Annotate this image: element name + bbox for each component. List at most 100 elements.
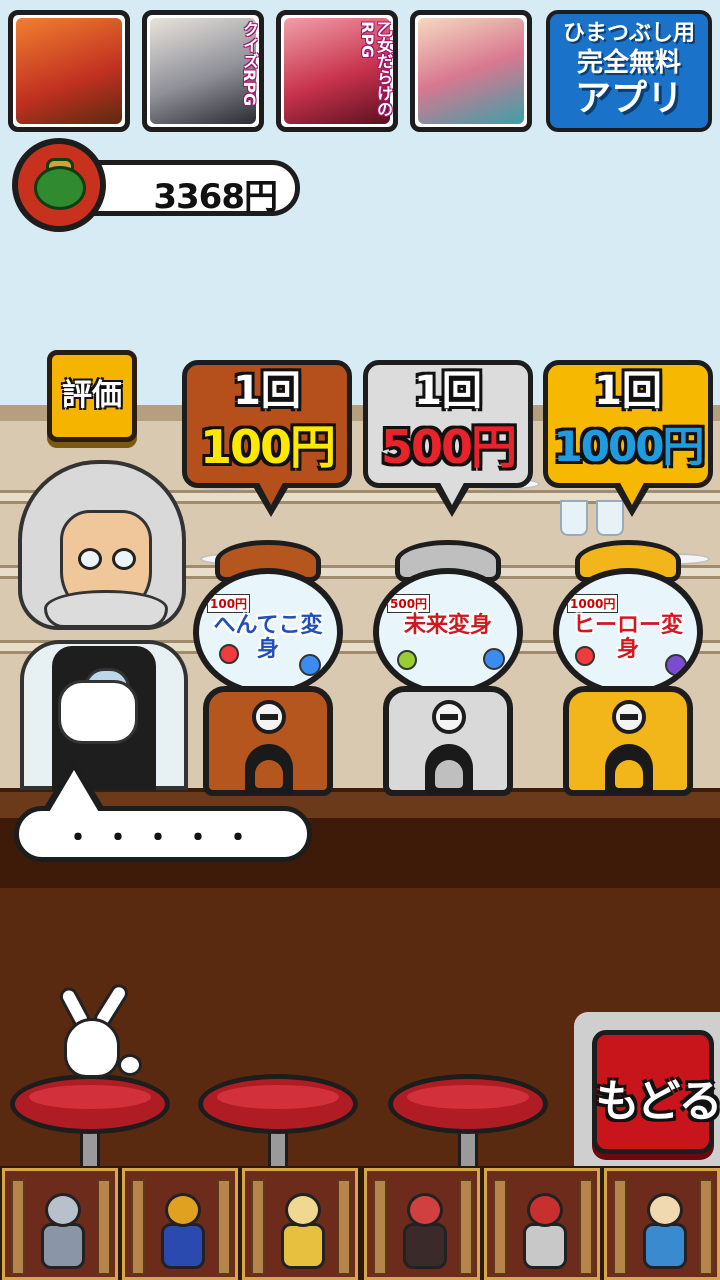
price-sign-500[interactable]: 1回 500円 (363, 360, 533, 517)
character-ninja[interactable] (122, 1168, 238, 1280)
app-icon-girl-art (418, 18, 524, 124)
gacha-globe: 100円 へんてこ変身 (193, 568, 343, 696)
sign-tail-inner (438, 479, 466, 505)
speech-text: ・・・・・ (63, 821, 263, 856)
money-amount: 3368円 (153, 177, 278, 217)
speech-bubble: ・・・・・ (14, 806, 312, 862)
capsule (483, 648, 505, 670)
character-knight[interactable] (2, 1168, 118, 1280)
sign-tail (251, 479, 291, 517)
purse-bag (34, 166, 86, 210)
speech-bubble-tail-inner (48, 770, 100, 814)
bartender-character (8, 440, 198, 790)
pillar (131, 1179, 145, 1275)
ad-banner-line3: アプリ (574, 78, 683, 119)
character-paladin[interactable] (242, 1168, 358, 1280)
gacha-theme: 未来変身 (403, 613, 492, 638)
character-head (45, 1193, 81, 1227)
rabbit-body (64, 1018, 120, 1078)
pillar (11, 1179, 25, 1275)
character-spartan[interactable] (484, 1168, 600, 1280)
pillar (613, 1179, 627, 1275)
app-icon-hero-art (16, 18, 122, 124)
character-head (407, 1193, 443, 1227)
gacha-knob (432, 700, 466, 734)
character-head (165, 1193, 201, 1227)
gacha-knob (252, 700, 286, 734)
stool-seat (388, 1074, 548, 1134)
back-button-label: もどる (595, 1076, 720, 1127)
pillar (251, 1179, 265, 1275)
free-app-ad-banner[interactable]: ひまつぶし用 完全無料 アプリ (546, 10, 712, 132)
price-sign-100[interactable]: 1回 100円 (182, 360, 352, 517)
character-blue-warrior[interactable] (604, 1168, 720, 1280)
pillar (337, 1179, 351, 1275)
price-sign-1000[interactable]: 1回 1000円 (543, 360, 713, 517)
capsule (397, 650, 417, 670)
gacha-capsule-slot (605, 744, 653, 794)
gacha-capsule-slot (245, 744, 293, 794)
character-body (161, 1223, 205, 1269)
gacha-theme: ヒーロー変身 (573, 613, 684, 662)
gacha-price-badge: 100円 (207, 594, 251, 613)
bartender-glasses (78, 548, 102, 570)
app-icon-girl[interactable] (410, 10, 532, 132)
sign-tail (432, 479, 472, 517)
character-head (285, 1193, 321, 1227)
glass-cup (560, 500, 588, 536)
gacha-theme: へんてこ変身 (213, 613, 323, 662)
gacha-price-badge: 1000円 (567, 594, 619, 613)
rate-button[interactable]: 評価 (47, 350, 137, 442)
character-dark-knight[interactable] (364, 1168, 480, 1280)
app-icon-otome-rpg-tag: 乙女だらけのRPG (358, 21, 393, 117)
ad-banner-line2: 完全無料 (576, 48, 681, 78)
gacha-globe: 1000円 ヒーロー変身 (553, 568, 703, 696)
app-icon-otome-rpg[interactable]: 乙女だらけのRPG (276, 10, 398, 132)
gacha-base (563, 686, 693, 796)
price-sign-times: 1回 (594, 368, 662, 414)
character-body (41, 1223, 85, 1269)
character-body (523, 1223, 567, 1269)
sign-tail-inner (257, 479, 285, 505)
back-button[interactable]: もどる (592, 1030, 720, 1154)
price-sign-price: 100円 (199, 420, 336, 474)
gacha-machine-100[interactable]: 100円 へんてこ変身 (193, 540, 343, 796)
gacha-globe: 500円 未来変身 (373, 568, 523, 696)
pillar (699, 1179, 713, 1275)
stool-seat (198, 1074, 358, 1134)
coin-purse-icon (12, 138, 106, 232)
character-body (643, 1223, 687, 1269)
bartender-glasses (112, 548, 136, 570)
pillar (493, 1179, 507, 1275)
pillar (579, 1179, 593, 1275)
character-head (527, 1193, 563, 1227)
pillar (373, 1179, 387, 1275)
gacha-knob (612, 700, 646, 734)
gacha-base (383, 686, 513, 796)
gacha-machine-500[interactable]: 500円 未来変身 (373, 540, 523, 796)
sign-tail (612, 479, 652, 517)
app-icon-quiz-rpg[interactable]: クイズRPG (142, 10, 264, 132)
gacha-machine-1000[interactable]: 1000円 ヒーロー変身 (553, 540, 703, 796)
gacha-base (203, 686, 333, 796)
price-sign-times: 1回 (414, 368, 482, 414)
price-sign-times: 1回 (233, 368, 301, 414)
rate-button-label: 評価 (62, 378, 122, 413)
gacha-capsule-slot (425, 744, 473, 794)
bartender-mustache (44, 590, 168, 628)
ad-banner-line1: ひまつぶし用 (562, 21, 695, 46)
rabbit-mascot (56, 980, 146, 1090)
price-sign-price: 500円 (380, 420, 517, 474)
character-collection-strip (0, 1166, 720, 1280)
rabbit-tail (118, 1054, 142, 1076)
pillar (459, 1179, 473, 1275)
gacha-price-badge: 500円 (387, 594, 431, 613)
pillar (97, 1179, 111, 1275)
price-sign-price: 1000円 (553, 422, 705, 471)
character-head (647, 1193, 683, 1227)
polishing-cloth (58, 680, 138, 744)
character-body (281, 1223, 325, 1269)
pillar (217, 1179, 231, 1275)
character-body (403, 1223, 447, 1269)
app-icon-hero[interactable] (8, 10, 130, 132)
